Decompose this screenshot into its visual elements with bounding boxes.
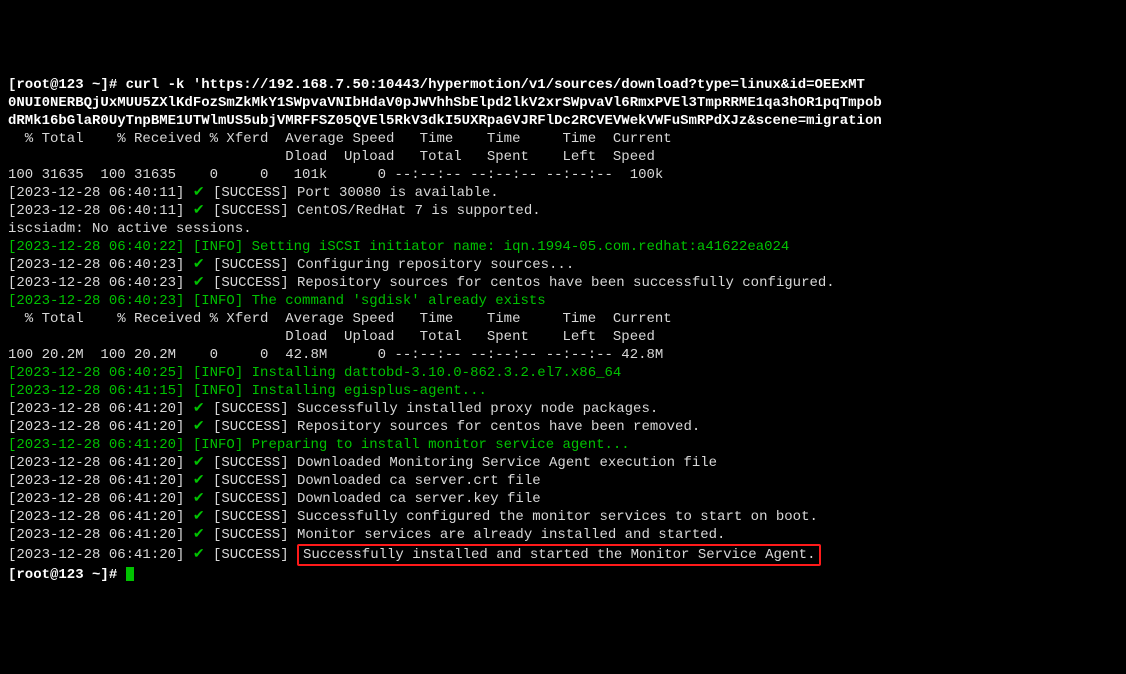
terminal-text: [SUCCESS] Repository sources for centos … [205,419,701,435]
terminal-line: [2023-12-28 06:41:20] ✔ [SUCCESS] Downlo… [8,454,1118,472]
terminal-text: [SUCCESS] Downloaded ca server.key file [205,491,541,507]
terminal-output[interactable]: [root@123 ~]# curl -k 'https://192.168.7… [8,76,1118,584]
terminal-line: % Total % Received % Xferd Average Speed… [8,130,1118,148]
terminal-text: ✔ [193,527,205,543]
terminal-line: [root@123 ~]# curl -k 'https://192.168.7… [8,76,1118,94]
terminal-text: 100 20.2M 100 20.2M 0 0 42.8M 0 --:--:--… [8,347,663,363]
terminal-line: [2023-12-28 06:41:20] ✔ [SUCCESS] Succes… [8,544,1118,566]
cursor-icon [126,567,134,581]
terminal-text: ✔ [193,491,205,507]
terminal-text: [2023-12-28 06:40:25] [INFO] Installing … [8,365,621,381]
terminal-line: [2023-12-28 06:40:22] [INFO] Setting iSC… [8,238,1118,256]
terminal-line: 0NUI0NERBQjUxMUU5ZXlKdFozSmZkMkY1SWpvaVN… [8,94,1118,112]
terminal-line: [2023-12-28 06:41:20] ✔ [SUCCESS] Monito… [8,526,1118,544]
terminal-text: iscsiadm: No active sessions. [8,221,252,237]
terminal-line: 100 31635 100 31635 0 0 101k 0 --:--:-- … [8,166,1118,184]
terminal-text: [root@123 ~]# [8,567,126,583]
terminal-text: [2023-12-28 06:41:20] [8,527,193,543]
terminal-text: ✔ [193,509,205,525]
terminal-text: [2023-12-28 06:41:20] [8,547,193,563]
terminal-text: [SUCCESS] Repository sources for centos … [205,275,835,291]
terminal-text: [2023-12-28 06:41:20] [8,473,193,489]
terminal-line: Dload Upload Total Spent Left Speed [8,148,1118,166]
terminal-text: [SUCCESS] Downloaded Monitoring Service … [205,455,717,471]
terminal-text: ✔ [193,401,205,417]
terminal-text: ✔ [193,419,205,435]
terminal-text: [SUCCESS] CentOS/RedHat 7 is supported. [205,203,541,219]
terminal-text: % Total % Received % Xferd Average Speed… [8,131,672,147]
terminal-line: [2023-12-28 06:40:11] ✔ [SUCCESS] Port 3… [8,184,1118,202]
terminal-text: Dload Upload Total Spent Left Speed [8,329,655,345]
terminal-text: ✔ [193,257,205,273]
terminal-text: [SUCCESS] Monitor services are already i… [205,527,726,543]
terminal-line: 100 20.2M 100 20.2M 0 0 42.8M 0 --:--:--… [8,346,1118,364]
terminal-text: [SUCCESS] Downloaded ca server.crt file [205,473,541,489]
terminal-text: Dload Upload Total Spent Left Speed [8,149,655,165]
terminal-text: % Total % Received % Xferd Average Speed… [8,311,672,327]
terminal-text: ✔ [193,473,205,489]
terminal-line: dRMk16bGlaR0UyTnpBME1UTWlmUS5ubjVMRFFSZ0… [8,112,1118,130]
terminal-text: [SUCCESS] [205,547,297,563]
terminal-line: % Total % Received % Xferd Average Speed… [8,310,1118,328]
terminal-text: [2023-12-28 06:40:23] [INFO] The command… [8,293,546,309]
terminal-line: [2023-12-28 06:40:23] ✔ [SUCCESS] Reposi… [8,274,1118,292]
terminal-text: [SUCCESS] Configuring repository sources… [205,257,575,273]
terminal-text: [2023-12-28 06:40:22] [INFO] Setting iSC… [8,239,789,255]
highlighted-message: Successfully installed and started the M… [297,544,821,566]
terminal-text: [2023-12-28 06:40:11] [8,185,193,201]
terminal-text: [2023-12-28 06:41:20] [8,401,193,417]
terminal-line: [2023-12-28 06:40:25] [INFO] Installing … [8,364,1118,382]
terminal-text: [2023-12-28 06:41:20] [8,491,193,507]
terminal-text: [SUCCESS] Successfully installed proxy n… [205,401,659,417]
terminal-line: Dload Upload Total Spent Left Speed [8,328,1118,346]
terminal-text: [2023-12-28 06:41:20] [8,455,193,471]
terminal-text: ✔ [193,455,205,471]
terminal-text: ✔ [193,185,205,201]
terminal-line: [2023-12-28 06:41:20] ✔ [SUCCESS] Succes… [8,508,1118,526]
terminal-text: 100 31635 100 31635 0 0 101k 0 --:--:-- … [8,167,663,183]
terminal-text: [2023-12-28 06:41:20] [8,509,193,525]
terminal-text: [2023-12-28 06:41:20] [8,419,193,435]
terminal-text: [2023-12-28 06:40:23] [8,257,193,273]
terminal-line: iscsiadm: No active sessions. [8,220,1118,238]
terminal-line: [2023-12-28 06:40:23] [INFO] The command… [8,292,1118,310]
terminal-text: ✔ [193,203,205,219]
terminal-text: dRMk16bGlaR0UyTnpBME1UTWlmUS5ubjVMRFFSZ0… [8,113,882,129]
terminal-text: ✔ [193,275,205,291]
terminal-line: [2023-12-28 06:40:11] ✔ [SUCCESS] CentOS… [8,202,1118,220]
terminal-line: [2023-12-28 06:41:15] [INFO] Installing … [8,382,1118,400]
terminal-text: [2023-12-28 06:40:23] [8,275,193,291]
terminal-line: [2023-12-28 06:41:20] ✔ [SUCCESS] Succes… [8,400,1118,418]
terminal-line: [2023-12-28 06:41:20] [INFO] Preparing t… [8,436,1118,454]
terminal-text: [SUCCESS] Port 30080 is available. [205,185,499,201]
terminal-text: 0NUI0NERBQjUxMUU5ZXlKdFozSmZkMkY1SWpvaVN… [8,95,882,111]
terminal-text: [root@123 ~]# curl -k 'https://192.168.7… [8,77,865,93]
terminal-text: [2023-12-28 06:41:20] [INFO] Preparing t… [8,437,630,453]
terminal-line: [2023-12-28 06:41:20] ✔ [SUCCESS] Reposi… [8,418,1118,436]
terminal-text: [2023-12-28 06:41:15] [INFO] Installing … [8,383,487,399]
terminal-line: [2023-12-28 06:40:23] ✔ [SUCCESS] Config… [8,256,1118,274]
terminal-text: [2023-12-28 06:40:11] [8,203,193,219]
terminal-text: ✔ [193,547,205,563]
terminal-line: [root@123 ~]# [8,566,1118,584]
terminal-line: [2023-12-28 06:41:20] ✔ [SUCCESS] Downlo… [8,490,1118,508]
terminal-line: [2023-12-28 06:41:20] ✔ [SUCCESS] Downlo… [8,472,1118,490]
terminal-text: [SUCCESS] Successfully configured the mo… [205,509,818,525]
